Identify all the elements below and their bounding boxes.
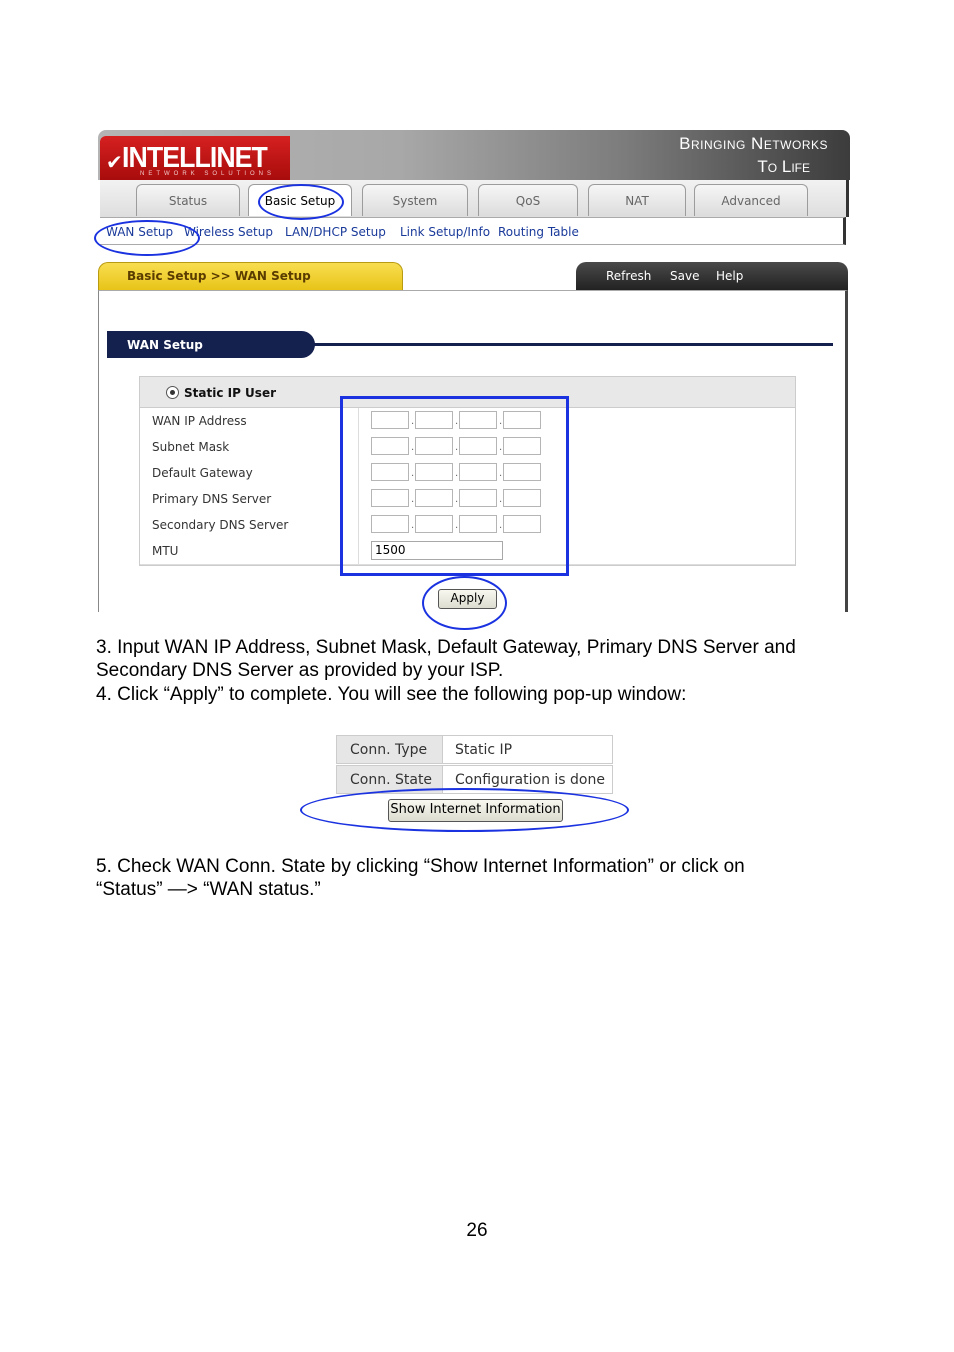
section-title: WAN Setup xyxy=(127,338,203,352)
main-tab-bar: Status Basic Setup System QoS NAT Advanc… xyxy=(100,180,849,217)
instruction-step-4: 4. Click “Apply” to complete. You will s… xyxy=(96,684,687,705)
router-screenshot: ✔ INTELLINET NETWORK SOLUTIONS Bringing … xyxy=(94,130,850,630)
radio-dot-icon xyxy=(170,390,175,395)
slogan-line-1: Bringing Networks xyxy=(679,134,828,153)
tab-qos[interactable]: QoS xyxy=(478,184,578,216)
instruction-step-5-line-2: “Status” —> “WAN status.” xyxy=(96,879,321,900)
popup-key: Conn. Type xyxy=(350,742,428,758)
section-header: WAN Setup xyxy=(107,331,315,358)
popup-row-conn-type: Conn. Type Static IP xyxy=(336,735,613,764)
slogan-line-2: To Life xyxy=(757,157,810,176)
field-label: Default Gateway xyxy=(152,466,253,480)
annotation-circle-wan-setup xyxy=(94,220,200,256)
field-label: Secondary DNS Server xyxy=(152,518,289,532)
instruction-step-5-line-1: 5. Check WAN Conn. State by clicking “Sh… xyxy=(96,856,745,877)
annotation-circle-basic-setup xyxy=(258,184,344,220)
intellinet-logo: ✔ INTELLINET NETWORK SOLUTIONS xyxy=(100,136,290,180)
popup-key-cell: Conn. Type xyxy=(337,736,443,763)
logo-subtext: NETWORK SOLUTIONS xyxy=(140,171,276,177)
help-button[interactable]: Help xyxy=(716,269,743,283)
section-divider xyxy=(309,343,833,346)
breadcrumb: Basic Setup >> WAN Setup xyxy=(127,269,311,283)
save-button[interactable]: Save xyxy=(670,269,699,283)
tab-status[interactable]: Status xyxy=(136,184,240,216)
action-bar: Refresh Save Help xyxy=(576,262,848,290)
field-label: MTU xyxy=(152,544,179,558)
refresh-button[interactable]: Refresh xyxy=(606,269,651,283)
field-label: Primary DNS Server xyxy=(152,492,272,506)
field-label: WAN IP Address xyxy=(152,414,247,428)
subnav-link-setup-info[interactable]: Link Setup/Info xyxy=(400,225,490,239)
popup-value: Static IP xyxy=(455,742,513,758)
tab-advanced[interactable]: Advanced xyxy=(694,184,808,216)
static-ip-radio[interactable] xyxy=(166,386,179,399)
annotation-circle-show-info xyxy=(300,788,629,832)
subnav-routing-table[interactable]: Routing Table xyxy=(498,225,579,239)
page-number: 26 xyxy=(466,1220,488,1241)
field-label: Subnet Mask xyxy=(152,440,230,454)
popup-value: Configuration is done xyxy=(455,772,605,788)
instruction-step-3-line-2: Secondary DNS Server as provided by your… xyxy=(96,660,504,681)
subnav-lan-dhcp-setup[interactable]: LAN/DHCP Setup xyxy=(285,225,386,239)
sub-navigation: WAN Setup Wireless Setup LAN/DHCP Setup … xyxy=(100,217,846,245)
brand-banner: ✔ INTELLINET NETWORK SOLUTIONS Bringing … xyxy=(98,130,850,180)
form-mode-label: Static IP User xyxy=(184,386,276,400)
tab-nat[interactable]: NAT xyxy=(588,184,686,216)
breadcrumb-bar: Basic Setup >> WAN Setup xyxy=(98,262,403,290)
instruction-step-3-line-1: 3. Input WAN IP Address, Subnet Mask, De… xyxy=(96,637,796,658)
annotation-box-ip-fields xyxy=(340,396,569,576)
tab-system[interactable]: System xyxy=(362,184,468,216)
annotation-circle-apply xyxy=(422,576,507,630)
check-icon: ✔ xyxy=(106,150,123,174)
popup-key: Conn. State xyxy=(350,772,433,788)
